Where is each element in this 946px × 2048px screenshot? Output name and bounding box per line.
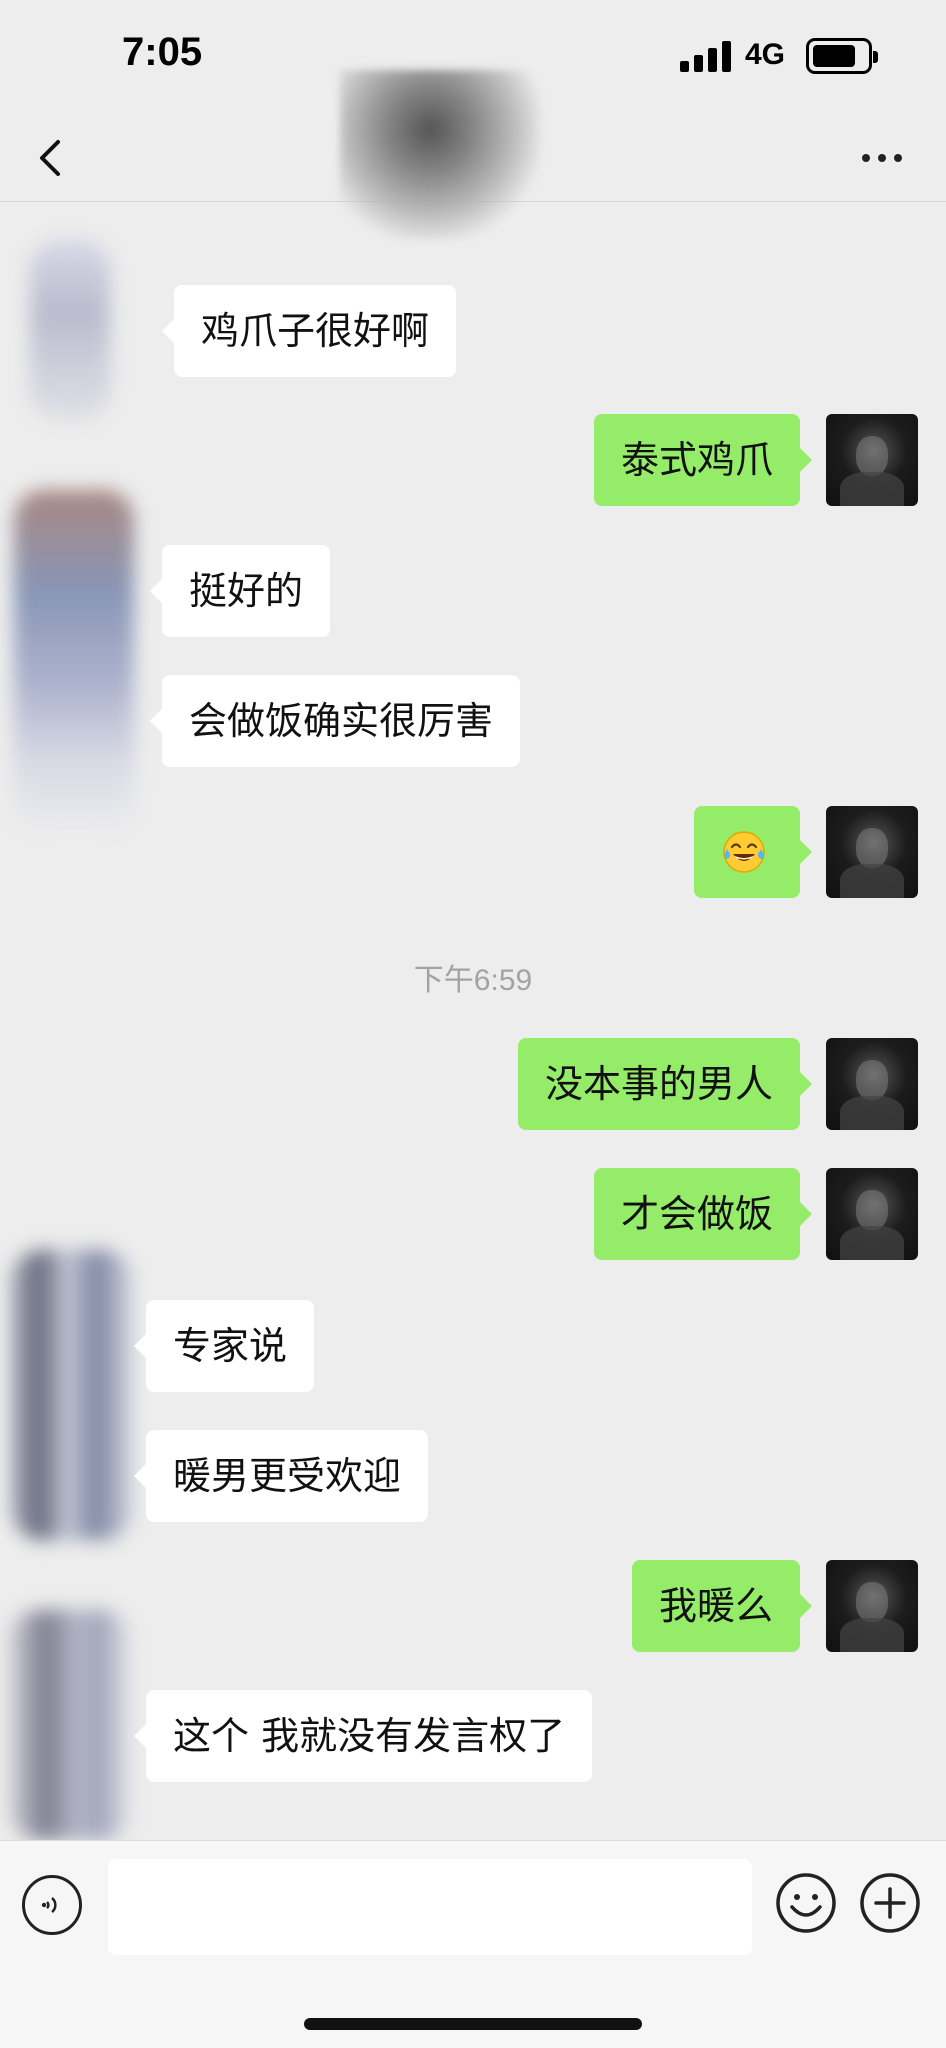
message-bubble-incoming[interactable]: 会做饭确实很厉害 <box>149 675 521 767</box>
message-bubble-incoming[interactable]: 专家说 <box>133 1300 315 1392</box>
contact-avatar[interactable] <box>12 1250 132 1540</box>
my-avatar[interactable] <box>826 1560 918 1652</box>
contact-avatar[interactable] <box>14 490 134 830</box>
message-input[interactable] <box>108 1859 752 1955</box>
back-button[interactable] <box>30 128 90 188</box>
voice-button[interactable] <box>22 1875 82 1935</box>
message-text: 暖男更受欢迎 <box>173 1454 402 1498</box>
message-text: 会做饭确实很厉害 <box>189 699 494 743</box>
message-bubble-incoming[interactable]: 这个 我就没有发言权了 <box>133 1690 593 1782</box>
network-type: 4G <box>745 38 786 71</box>
message-bubble-outgoing[interactable]: 才会做饭 <box>593 1168 813 1260</box>
message-bubble-outgoing[interactable]: 泰式鸡爪 <box>593 414 813 506</box>
my-avatar[interactable] <box>826 414 918 506</box>
blurred-contact-name <box>340 70 540 240</box>
message-text: 泰式鸡爪 <box>620 438 773 482</box>
contact-avatar[interactable] <box>10 1610 130 1840</box>
message-bubble-incoming[interactable]: 鸡爪子很好啊 <box>161 285 457 377</box>
message-text: 才会做饭 <box>620 1192 773 1236</box>
my-avatar[interactable] <box>826 1168 918 1260</box>
message-text: 鸡爪子很好啊 <box>201 309 430 353</box>
message-timestamp: 下午6:59 <box>413 964 533 997</box>
my-avatar[interactable] <box>826 806 918 898</box>
contact-avatar[interactable] <box>30 240 110 420</box>
message-bubble-incoming[interactable]: 挺好的 <box>149 545 331 637</box>
input-bar <box>0 1840 946 2048</box>
message-bubble-outgoing[interactable] <box>694 806 812 898</box>
tears-of-joy-emoji <box>723 830 765 873</box>
plus-icon <box>860 1873 920 1933</box>
voice-icon <box>41 1897 57 1913</box>
message-bubble-outgoing[interactable]: 我暖么 <box>631 1560 813 1652</box>
more-dots-icon <box>862 154 870 162</box>
more-button[interactable] <box>852 128 912 188</box>
status-time: 7:05 <box>122 30 203 74</box>
my-avatar[interactable] <box>826 1038 918 1130</box>
message-text: 挺好的 <box>189 569 304 613</box>
chevron-left-icon <box>40 140 60 176</box>
message-text: 没本事的男人 <box>544 1062 773 1106</box>
emoji-button[interactable] <box>774 1871 838 1935</box>
message-text: 这个 我就没有发言权了 <box>173 1714 566 1758</box>
message-text: 专家说 <box>173 1324 288 1368</box>
message-bubble-incoming[interactable]: 暖男更受欢迎 <box>133 1430 429 1522</box>
more-functions-button[interactable] <box>858 1871 922 1935</box>
message-text: 我暖么 <box>658 1584 773 1628</box>
home-indicator[interactable] <box>304 2018 642 2030</box>
battery-icon <box>806 38 878 74</box>
message-bubble-outgoing[interactable]: 没本事的男人 <box>517 1038 813 1130</box>
emoji-icon <box>776 1873 836 1933</box>
signal-icon <box>680 40 732 72</box>
